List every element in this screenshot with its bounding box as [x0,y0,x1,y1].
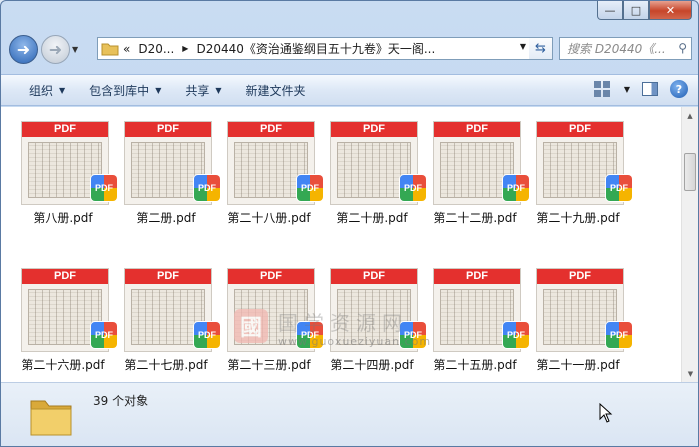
file-name: 第二十九册.pdf [536,211,620,225]
file-item[interactable]: PDF PDF 第二十一册.pdf [528,256,632,382]
new-folder-button[interactable]: 新建文件夹 [234,82,318,99]
pdf-app-icon: PDF [606,175,632,201]
organize-label: 组织 [29,83,54,98]
include-in-library-button[interactable]: 包含到库中 ▼ [77,82,173,99]
address-dropdown-icon[interactable]: ▼ [520,42,526,51]
pdf-banner: PDF [22,122,108,137]
mouse-cursor-icon [599,403,613,423]
file-list-area[interactable]: PDF PDF 第八册.pdf PDF PDF 第二册.pdf PDF PDF 第二十八册.pd… [1,107,698,382]
forward-arrow-icon: ➜ [48,39,63,59]
pdf-banner: PDF [537,122,623,137]
pdf-banner: PDF [331,269,417,284]
minimize-button[interactable]: — [597,1,623,20]
search-input[interactable]: 搜索 D20440《... [567,40,666,57]
back-arrow-icon: ➜ [16,39,31,59]
folder-large-icon [30,400,72,436]
pdf-banner: PDF [22,269,108,284]
file-item[interactable]: PDF PDF 第二十二册.pdf [425,109,529,239]
details-pane: 39 个对象 [1,382,698,446]
file-name: 第二十八册.pdf [227,211,311,225]
chevron-down-icon: ▼ [155,85,162,95]
file-item[interactable]: PDF PDF 第二十九册.pdf [528,109,632,239]
preview-pane-icon[interactable] [642,82,658,96]
pdf-app-icon: PDF [503,175,529,201]
view-dropdown-icon[interactable]: ▼ [624,85,630,94]
file-item[interactable]: PDF PDF 第二十四册.pdf [322,256,426,382]
pdf-app-icon: PDF [297,175,323,201]
share-button[interactable]: 共享 ▼ [173,82,233,99]
file-item[interactable]: PDF PDF 第二十三册.pdf [219,256,323,382]
search-icon[interactable]: ⚲ [678,41,687,55]
command-bar: 组织 ▼ 包含到库中 ▼ 共享 ▼ 新建文件夹 ▼ ? [1,74,698,106]
pdf-banner: PDF [125,122,211,137]
file-item[interactable]: PDF PDF 第二十七册.pdf [116,256,220,382]
pdf-banner: PDF [434,269,520,284]
search-box[interactable]: 搜索 D20440《... ⚲ [559,37,692,60]
pdf-app-icon: PDF [297,322,323,348]
scrollbar-thumb[interactable] [684,153,696,191]
refresh-icon: ⇆ [535,41,546,56]
vertical-scrollbar[interactable]: ▲ ▼ [681,107,698,382]
change-view-icon[interactable] [593,81,612,97]
pdf-app-icon: PDF [400,322,426,348]
breadcrumb-separator-icon[interactable]: ▶ [182,44,188,53]
file-name: 第二册.pdf [136,211,196,225]
back-button[interactable]: ➜ [9,34,38,64]
pdf-banner: PDF [537,269,623,284]
file-item[interactable]: PDF PDF 第八册.pdf [13,109,117,239]
maximize-button[interactable]: □ [623,1,649,20]
pdf-app-icon: PDF [91,175,117,201]
file-name: 第二十五册.pdf [433,358,517,372]
file-item[interactable]: PDF PDF 第二十六册.pdf [13,256,117,382]
include-in-library-label: 包含到库中 [89,83,150,98]
file-item[interactable]: PDF PDF 第二十五册.pdf [425,256,529,382]
navigation-bar: ➜ ➜ ▼ « D20... ▶ D20440《资治通鉴纲目五十九卷》天一阁..… [9,34,692,64]
refresh-button[interactable]: ⇆ [529,37,553,60]
explorer-window: — □ ✕ ➜ ➜ ▼ « D20... ▶ D20440《资治通鉴纲目五十九卷… [0,0,699,447]
pdf-app-icon: PDF [606,322,632,348]
address-bar[interactable]: « D20... ▶ D20440《资治通鉴纲目五十九卷》天一阁... ▼ [97,37,531,60]
file-name: 第八册.pdf [33,211,93,225]
file-item[interactable]: PDF PDF 第二十八册.pdf [219,109,323,239]
file-name: 第二十册.pdf [336,211,408,225]
scroll-down-icon[interactable]: ▼ [682,365,698,382]
pdf-app-icon: PDF [400,175,426,201]
share-label: 共享 [185,83,210,98]
toolbar-right-group: ▼ ? [593,80,688,98]
pdf-app-icon: PDF [91,322,117,348]
folder-icon [101,43,119,55]
new-folder-label: 新建文件夹 [245,83,306,98]
file-name: 第二十四册.pdf [330,358,414,372]
pdf-app-icon: PDF [503,322,529,348]
help-icon[interactable]: ? [670,80,688,98]
file-item[interactable]: PDF PDF 第二十册.pdf [322,109,426,239]
pdf-banner: PDF [434,122,520,137]
address-prefix[interactable]: « [123,42,130,56]
breadcrumb-item-parent[interactable]: D20... [138,42,174,56]
file-name: 第二十六册.pdf [21,358,105,372]
file-item[interactable]: PDF PDF 第二册.pdf [116,109,220,239]
scroll-up-icon[interactable]: ▲ [682,107,698,124]
file-name: 第二十七册.pdf [124,358,208,372]
pdf-banner: PDF [228,269,314,284]
breadcrumb-item-current[interactable]: D20440《资治通鉴纲目五十九卷》天一阁... [196,40,435,57]
pdf-app-icon: PDF [194,322,220,348]
item-count: 39 个对象 [93,394,149,408]
pdf-banner: PDF [331,122,417,137]
organize-button[interactable]: 组织 ▼ [17,82,77,99]
chevron-down-icon: ▼ [215,85,222,95]
file-name: 第二十三册.pdf [227,358,311,372]
pdf-app-icon: PDF [194,175,220,201]
pdf-banner: PDF [125,269,211,284]
file-name: 第二十二册.pdf [433,211,517,225]
caption-buttons: — □ ✕ [597,1,692,20]
forward-button[interactable]: ➜ [41,34,70,64]
close-button[interactable]: ✕ [649,1,692,20]
pdf-banner: PDF [228,122,314,137]
history-dropdown-icon[interactable]: ▼ [72,45,84,54]
chevron-down-icon: ▼ [59,85,66,95]
file-name: 第二十一册.pdf [536,358,620,372]
